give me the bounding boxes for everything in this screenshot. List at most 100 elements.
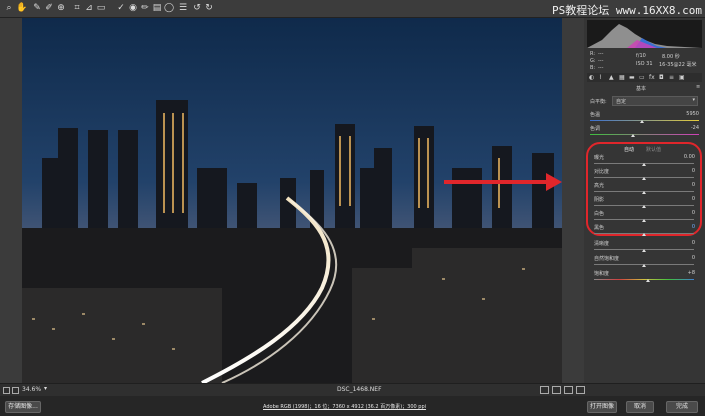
- right-margin: [562, 18, 584, 383]
- zoom-icon[interactable]: ⌕: [4, 3, 14, 13]
- lens-tab-icon[interactable]: ▭: [639, 74, 645, 81]
- settings-icon[interactable]: [576, 386, 585, 394]
- rotate-left-icon[interactable]: ↺: [192, 3, 202, 13]
- swap-icon[interactable]: [564, 386, 573, 394]
- tone-label: 白色: [594, 211, 605, 217]
- rotate-right-icon[interactable]: ↻: [204, 3, 214, 13]
- straighten-icon[interactable]: ⊿: [84, 3, 94, 13]
- snapshots-tab-icon[interactable]: ▣: [679, 74, 685, 81]
- presets-tab-icon[interactable]: ≡: [669, 74, 674, 81]
- tone-thumb[interactable]: [642, 205, 646, 208]
- tone-label: 高光: [594, 183, 605, 189]
- workflow-options-link[interactable]: Adobe RGB (1998)；16 位；7360 x 4912 (36.2 …: [263, 403, 426, 410]
- presence-thumb[interactable]: [642, 264, 646, 267]
- tone-thumb[interactable]: [642, 219, 646, 222]
- open-image-button[interactable]: 打开图像: [587, 401, 617, 413]
- effects-tab-icon[interactable]: fx: [649, 74, 655, 81]
- presence-label: 清晰度: [594, 241, 610, 247]
- zoom-level[interactable]: 34.6%: [22, 386, 41, 393]
- before-after-icon[interactable]: [552, 386, 561, 394]
- presence-sliders: 清晰度 0 自然饱和度 0 饱和度 +8: [584, 240, 705, 300]
- basic-tab-icon[interactable]: ◐: [589, 74, 594, 81]
- zoom-out-icon[interactable]: [3, 387, 10, 394]
- camera-calibration-tab-icon[interactable]: ◘: [659, 74, 664, 81]
- graduated-filter-icon[interactable]: ▤: [152, 3, 162, 13]
- hand-icon[interactable]: ✋: [16, 3, 27, 13]
- radial-filter-icon[interactable]: ◯: [164, 3, 174, 13]
- tone-thumb[interactable]: [642, 163, 646, 166]
- auto-link[interactable]: 自动: [624, 146, 634, 153]
- watermark: PS教程论坛 www.16XX8.com: [552, 4, 702, 17]
- tone-value[interactable]: 0.00: [684, 154, 695, 160]
- r-value: ---: [598, 51, 604, 57]
- red-eye-icon[interactable]: ◉: [128, 3, 138, 13]
- photo-preview[interactable]: [22, 18, 562, 383]
- detail-tab-icon[interactable]: ▲: [609, 74, 614, 81]
- tint-slider[interactable]: [590, 134, 699, 135]
- chevron-down-icon: ▾: [692, 97, 695, 103]
- tone-thumb[interactable]: [642, 191, 646, 194]
- tone-sliders: 曝光 0.00 对比度 0 高光 0 阴影 0 白色 0 黑色 0: [584, 154, 705, 254]
- status-bar: 34.6% ▾ DSC_1468.NEF: [0, 383, 705, 396]
- presence-slider[interactable]: [594, 279, 694, 280]
- temperature-label: 色温: [590, 112, 601, 118]
- tint-value[interactable]: -24: [691, 125, 699, 131]
- target-adjust-icon[interactable]: ⊕: [56, 3, 66, 13]
- save-image-button[interactable]: 存储图像...: [5, 401, 41, 413]
- cancel-button[interactable]: 取消: [626, 401, 654, 413]
- adjustment-panel: R: --- G: --- B: --- f/10 8.00 秒 ISO 31 …: [584, 18, 705, 383]
- tone-value[interactable]: 0: [692, 182, 695, 188]
- tone-label: 曝光: [594, 155, 605, 161]
- white-balance-select[interactable]: 自定 ▾: [612, 96, 698, 106]
- default-link[interactable]: 默认值: [646, 146, 661, 153]
- section-title: 基本: [636, 86, 647, 92]
- spot-removal-icon[interactable]: ✓: [116, 3, 126, 13]
- presence-thumb[interactable]: [646, 279, 650, 282]
- temperature-value[interactable]: 5950: [686, 111, 699, 117]
- b-value: ---: [598, 65, 604, 71]
- brush-icon[interactable]: ✏: [140, 3, 150, 13]
- temperature-thumb[interactable]: [640, 120, 644, 123]
- crop-icon[interactable]: ⌗: [72, 3, 82, 13]
- tone-thumb[interactable]: [642, 233, 646, 236]
- zoom-dropdown-icon[interactable]: ▾: [44, 385, 47, 392]
- presence-label: 自然饱和度: [594, 256, 620, 262]
- b-label: B:: [590, 65, 596, 71]
- aperture: f/10: [636, 53, 646, 59]
- color-sampler-icon[interactable]: ✐: [44, 3, 54, 13]
- shutter: 8.00 秒: [662, 54, 680, 60]
- transform-icon[interactable]: ▭: [96, 3, 106, 13]
- white-balance-label: 白平衡:: [590, 99, 607, 105]
- tone-label: 对比度: [594, 169, 610, 175]
- tone-value[interactable]: 0: [692, 224, 695, 230]
- panel-menu-icon[interactable]: ≡: [696, 84, 700, 90]
- r-label: R:: [590, 51, 596, 57]
- zoom-in-icon[interactable]: [12, 387, 19, 394]
- split-tone-tab-icon[interactable]: ▬: [629, 74, 635, 81]
- presence-value[interactable]: +8: [688, 270, 695, 276]
- tone-value[interactable]: 0: [692, 168, 695, 174]
- view-toggle-icon[interactable]: [540, 386, 549, 394]
- done-button[interactable]: 完成: [666, 401, 698, 413]
- presence-value[interactable]: 0: [692, 255, 695, 261]
- preferences-icon[interactable]: ☰: [178, 3, 188, 13]
- g-label: G:: [590, 58, 596, 64]
- tone-value[interactable]: 0: [692, 210, 695, 216]
- left-margin: [0, 18, 22, 383]
- iso: ISO 31: [636, 61, 653, 67]
- temperature-slider[interactable]: [590, 120, 699, 121]
- eyedropper-icon[interactable]: ✎: [32, 3, 42, 13]
- tone-label: 黑色: [594, 225, 605, 231]
- tone-curve-tab-icon[interactable]: ⌇: [599, 74, 602, 81]
- tint-thumb[interactable]: [631, 134, 635, 137]
- presence-value[interactable]: 0: [692, 240, 695, 246]
- presence-label: 饱和度: [594, 271, 610, 277]
- g-value: ---: [598, 58, 604, 64]
- histogram: [587, 20, 702, 48]
- tone-value[interactable]: 0: [692, 196, 695, 202]
- tone-thumb[interactable]: [642, 177, 646, 180]
- hsl-tab-icon[interactable]: ▦: [619, 74, 625, 81]
- city-night-photo: [22, 18, 562, 383]
- presence-thumb[interactable]: [642, 249, 646, 252]
- panel-tabs: ◐ ⌇ ▲ ▦ ▬ ▭ fx ◘ ≡ ▣: [587, 73, 702, 82]
